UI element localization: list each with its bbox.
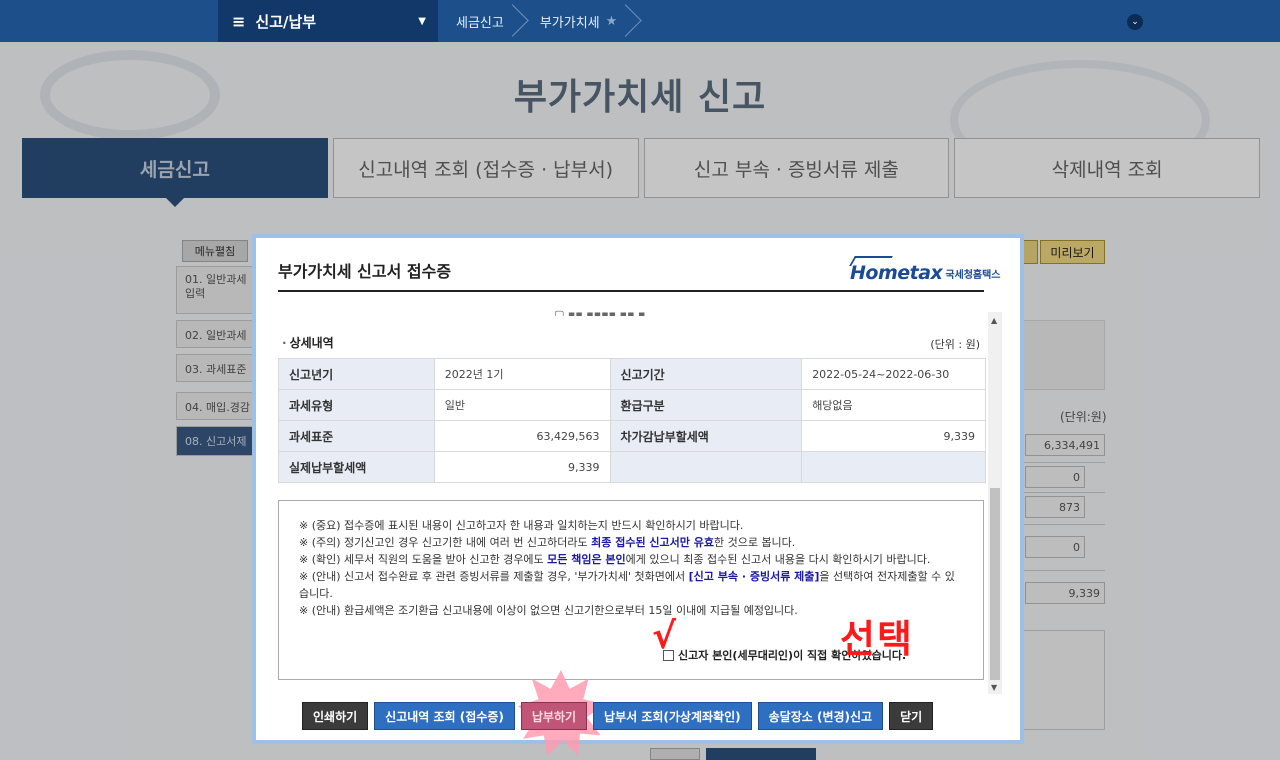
top-navigation: ≡ 신고/납부 ▼ 세금신고 부가가치세 ★ ⌄ <box>0 0 1280 42</box>
cell-value: 63,429,563 <box>433 420 611 452</box>
cell-value: 해당없음 <box>801 389 986 421</box>
breadcrumb-vat[interactable]: 부가가치세 ★ <box>522 0 635 42</box>
cell-value: 2022-05-24~2022-06-30 <box>801 358 986 390</box>
delivery-address-button[interactable]: 송달장소 (변경)신고 <box>757 702 884 730</box>
receipt-modal: 부가가치세 신고서 접수증 Hometax 국세청홈택스 ▢ ▪▪ ▪▪▪▪ ▪… <box>252 234 1024 756</box>
cell-empty <box>609 451 803 483</box>
cell-header: 환급구분 <box>609 389 803 421</box>
print-button[interactable]: 인쇄하기 <box>302 702 369 730</box>
modal-title: 부가가치세 신고서 접수증 <box>278 262 452 281</box>
expand-circle-icon[interactable]: ⌄ <box>1127 14 1143 30</box>
notice-line: ※ (주의) 정기신고인 경우 신고기한 내에 여러 번 신고하더라도 최종 접… <box>299 534 961 551</box>
notice-text: ※ (확인) 세무서 직원의 도움을 받아 신고한 경우에도 <box>299 553 548 566</box>
main-menu-dropdown[interactable]: ≡ 신고/납부 ▼ <box>218 0 438 42</box>
cell-empty <box>801 451 986 483</box>
main-menu-label: 신고/납부 <box>255 12 317 31</box>
table-row: 실제납부할세액 9,339 <box>278 451 986 483</box>
table-row: 신고년기 2022년 1기 신고기간 2022-05-24~2022-06-30 <box>278 358 986 390</box>
section-title: 상세내역 <box>282 334 334 351</box>
table-row: 과세표준 63,429,563 차가감납부할세액 9,339 <box>278 420 986 452</box>
payment-slip-button[interactable]: 납부서 조회(가상계좌확인) <box>593 702 752 730</box>
table-row: 과세유형 일반 환급구분 해당없음 <box>278 389 986 421</box>
notice-emphasis: 최종 접수된 신고서만 유효 <box>591 536 714 549</box>
cell-value: 9,339 <box>801 420 986 452</box>
cell-header: 차가감납부할세액 <box>609 420 803 452</box>
cell-header: 신고년기 <box>278 358 435 390</box>
notice-text: ※ (안내) 신고서 접수완료 후 관련 증빙서류를 제출할 경우, '부가가치… <box>299 570 689 583</box>
notice-line: ※ (안내) 신고서 접수완료 후 관련 증빙서류를 제출할 경우, '부가가치… <box>299 568 961 602</box>
cell-value: 9,339 <box>433 451 611 483</box>
cell-value: 2022년 1기 <box>433 358 611 390</box>
breadcrumb-tax-report[interactable]: 세금신고 <box>438 0 522 42</box>
unit-label: (단위 : 원) <box>930 338 980 351</box>
cell-header: 신고기간 <box>609 358 803 390</box>
cell-header: 과세표준 <box>278 420 435 452</box>
hamburger-icon: ≡ <box>232 11 246 31</box>
chevron-down-icon: ▼ <box>418 15 426 27</box>
scrollbar-thumb[interactable] <box>990 488 1000 680</box>
select-annotation: 선택 <box>840 617 914 661</box>
hometax-logo: Hometax 국세청홈택스 <box>849 256 1001 284</box>
section-header: 상세내역 (단위 : 원) <box>278 334 986 354</box>
clipped-row: ▢ ▪▪ ▪▪▪▪ ▪▪ ▪ <box>554 308 646 316</box>
scroll-down-icon[interactable]: ▼ <box>991 683 997 692</box>
report-history-button[interactable]: 신고내역 조회 (접수증) <box>374 702 515 730</box>
star-icon[interactable]: ★ <box>606 14 618 29</box>
logo-korean-text: 국세청홈택스 <box>945 270 1001 281</box>
notice-text: 에게 있으니 최종 접수된 신고서 내용을 다시 확인하시기 바랍니다. <box>625 553 931 566</box>
modal-button-bar: 인쇄하기 신고내역 조회 (접수증) 납부하기 납부서 조회(가상계좌확인) 송… <box>302 702 934 730</box>
cell-header: 실제납부할세액 <box>278 451 435 483</box>
cell-value: 일반 <box>433 389 611 421</box>
cell-header: 과세유형 <box>278 389 435 421</box>
logo-roof-icon <box>849 256 893 266</box>
close-button[interactable]: 닫기 <box>889 702 934 730</box>
breadcrumb-label: 부가가치세 <box>539 15 600 31</box>
notice-line: ※ (중요) 접수증에 표시된 내용이 신고하고자 한 내용과 일치하는지 반드… <box>299 519 744 532</box>
notice-line: ※ (확인) 세무서 직원의 도움을 받아 신고한 경우에도 모든 책임은 본인… <box>299 551 961 568</box>
checkmark-annotation: √ <box>652 616 677 657</box>
detail-table: 신고년기 2022년 1기 신고기간 2022-05-24~2022-06-30… <box>278 358 986 483</box>
nav-left-area <box>0 0 218 42</box>
pay-button[interactable]: 납부하기 <box>520 702 588 730</box>
breadcrumb-label: 세금신고 <box>456 15 504 31</box>
notice-text: ※ (주의) 정기신고인 경우 신고기한 내에 여러 번 신고하더라도 <box>299 536 592 549</box>
notice-emphasis: [신고 부속 · 증빙서류 제출] <box>688 570 820 583</box>
notice-text: 한 것으로 봅니다. <box>713 536 796 549</box>
scroll-up-icon[interactable]: ▲ <box>991 316 997 325</box>
notice-emphasis: 모든 책임은 본인 <box>547 553 626 566</box>
modal-scrollbar[interactable]: ▲ ▼ <box>988 312 1002 694</box>
title-divider <box>278 290 984 292</box>
